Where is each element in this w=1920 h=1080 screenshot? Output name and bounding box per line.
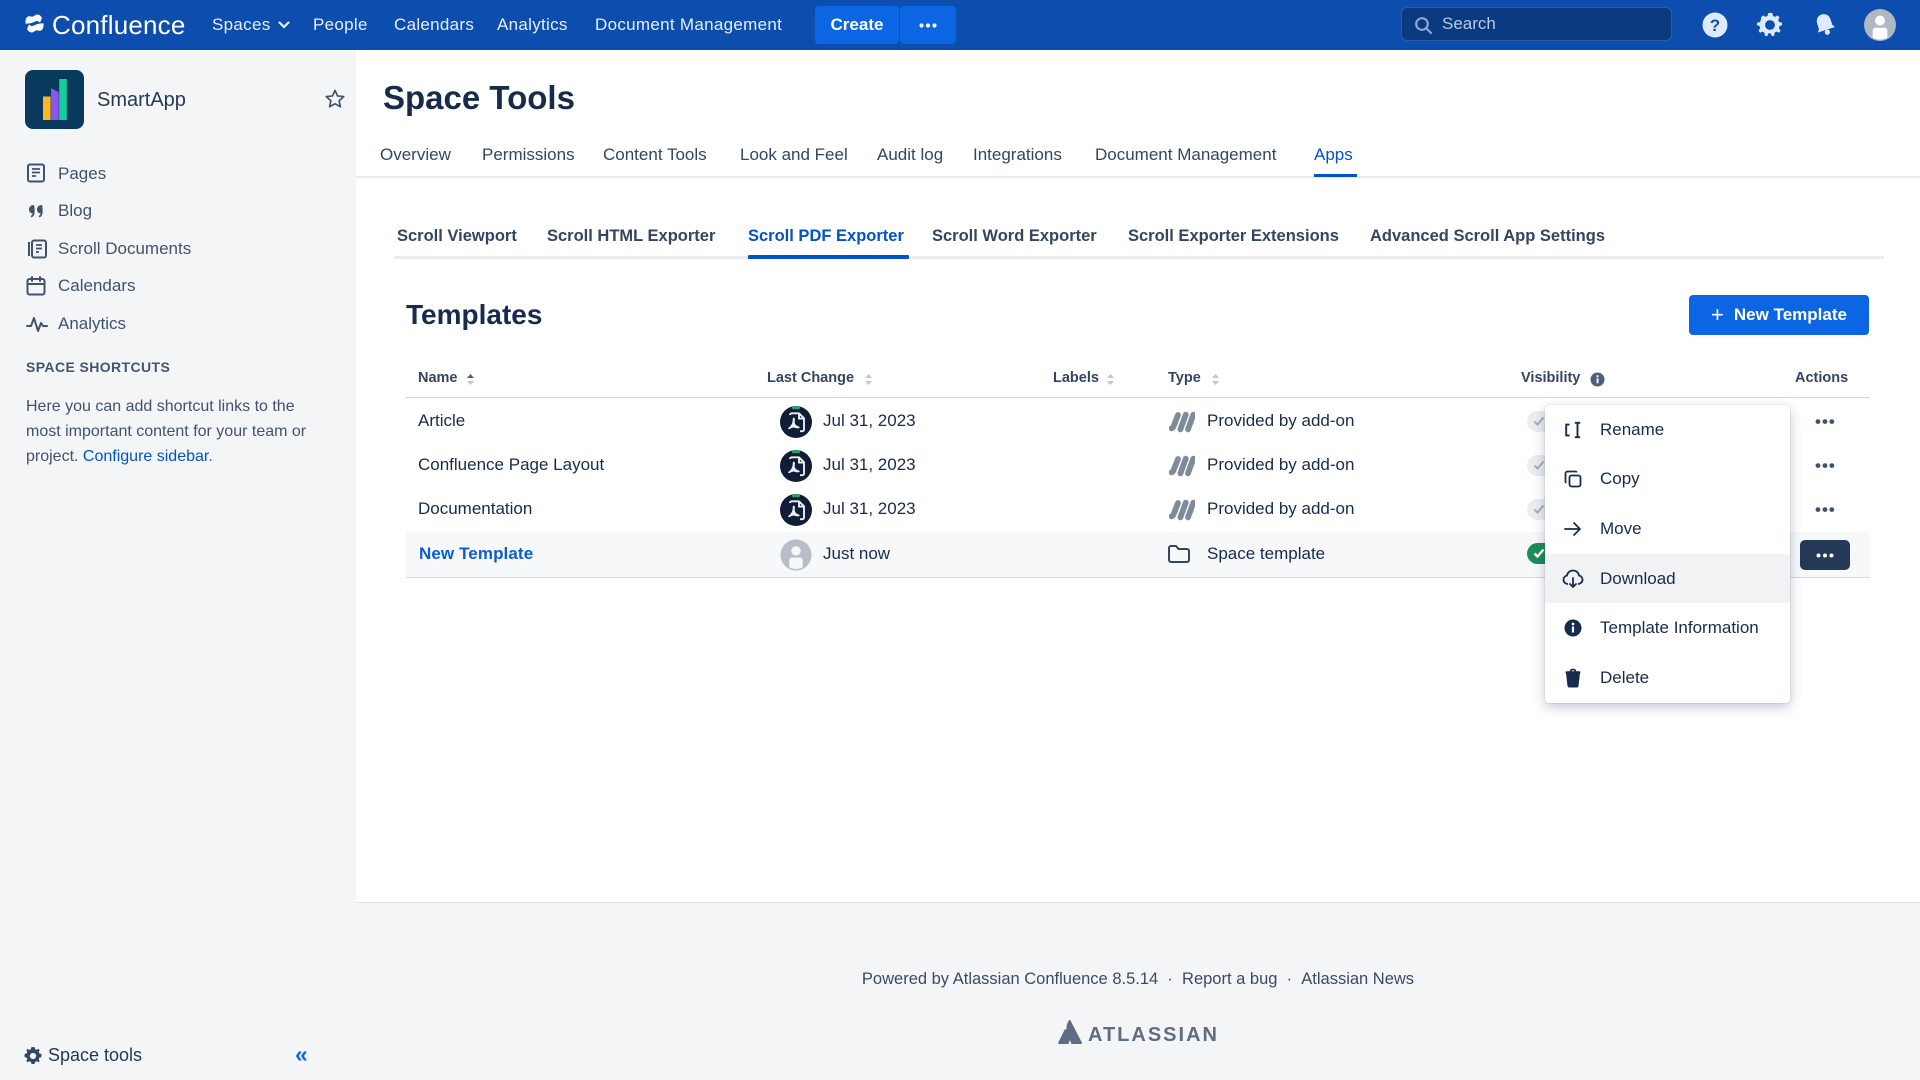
svg-text:?: ? <box>1710 16 1720 35</box>
svg-text:ATLASSIAN: ATLASSIAN <box>1088 1024 1218 1046</box>
